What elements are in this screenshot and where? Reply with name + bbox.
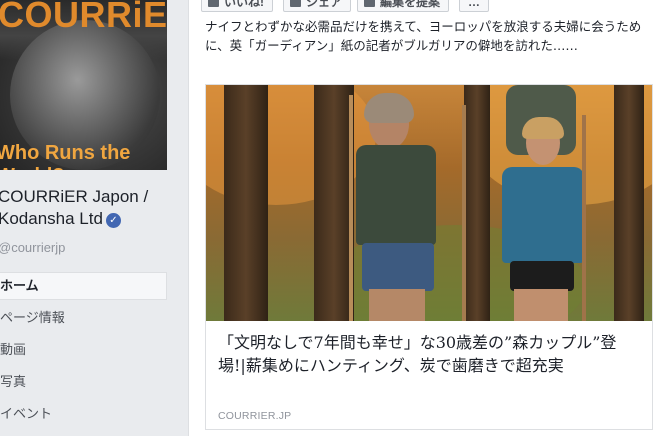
suggest-edit-label: 編集を提案	[380, 0, 441, 9]
thumbs-up-icon	[208, 0, 219, 7]
like-button[interactable]: いいね!	[201, 0, 273, 12]
page-nav: ホーム ページ情報 動画 写真 イベント	[0, 272, 167, 432]
link-preview-image[interactable]	[206, 85, 652, 321]
cover-logo-text: COURRiER	[0, 0, 167, 35]
nav-item-photos[interactable]: 写真	[0, 368, 167, 400]
profile-cover-image[interactable]: COURRiER Who Runs the World?	[0, 0, 167, 170]
nav-item-home[interactable]: ホーム	[0, 272, 167, 300]
more-options-button[interactable]: …	[459, 0, 489, 12]
page-handle[interactable]: @courrierjp	[0, 240, 65, 255]
edit-pencil-icon	[364, 0, 375, 7]
link-preview-card[interactable]: 「文明なしで7年間も幸せ」な30歳差の”森カップル”登場!|薪集めにハンティング…	[205, 84, 653, 430]
nav-item-events[interactable]: イベント	[0, 400, 167, 432]
page-name-text: COURRiER Japon / Kodansha Ltd	[0, 187, 149, 228]
page-name[interactable]: COURRiER Japon / Kodansha Ltd ✓	[0, 186, 173, 230]
more-options-label: …	[468, 0, 480, 9]
link-source-domain: COURRIER.JP	[218, 410, 292, 422]
post-action-bar: いいね! シェア 編集を提案 …	[189, 0, 656, 14]
suggest-edit-button[interactable]: 編集を提案	[357, 0, 450, 12]
nav-item-videos[interactable]: 動画	[0, 336, 167, 368]
feed-post: いいね! シェア 編集を提案 … ナイフとわずかな必需品だけを携えて、ヨーロッパ…	[188, 0, 656, 436]
cover-tagline: Who Runs the World?	[0, 142, 131, 170]
share-label: シェア	[306, 0, 343, 9]
verified-badge-icon: ✓	[105, 213, 121, 228]
like-label: いいね!	[224, 0, 264, 9]
link-title[interactable]: 「文明なしで7年間も幸せ」な30歳差の”森カップル”登場!|薪集めにハンティング…	[218, 331, 644, 377]
post-body-text: ナイフとわずかな必需品だけを携えて、ヨーロッパを放浪する夫婦に会うために、英「ガ…	[205, 19, 642, 53]
share-button[interactable]: シェア	[283, 0, 352, 12]
share-arrow-icon	[290, 0, 301, 7]
nav-item-about[interactable]: ページ情報	[0, 304, 167, 336]
page-sidebar: COURRiER Who Runs the World? COURRiER Ja…	[0, 0, 178, 436]
